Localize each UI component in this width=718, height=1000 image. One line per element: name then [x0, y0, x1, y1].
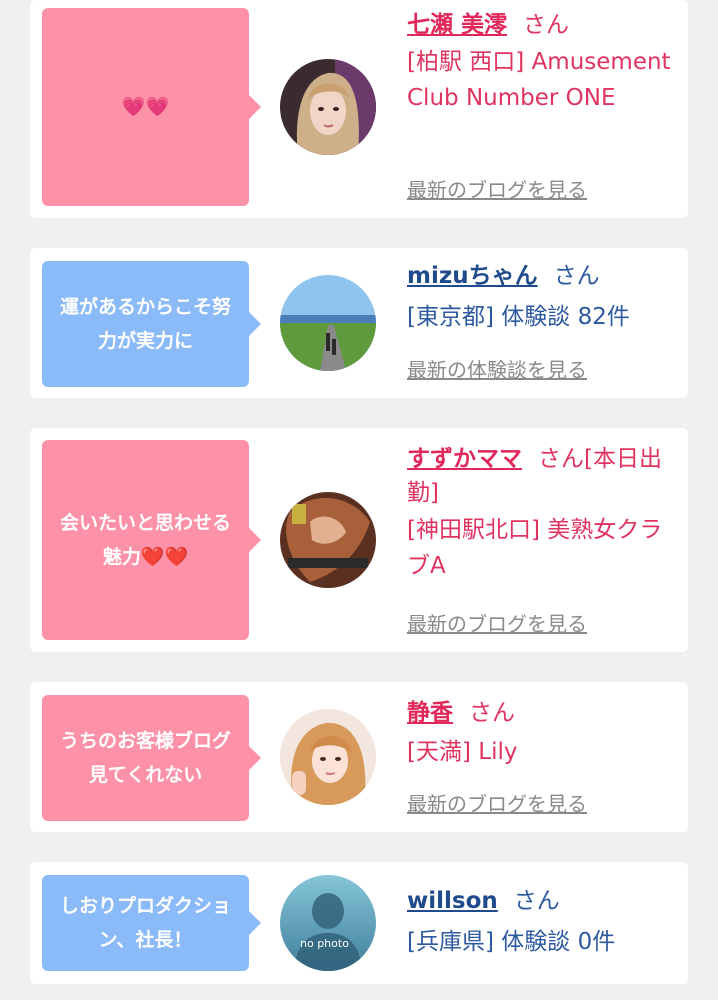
- list-item: うちのお客様ブログ見てくれない 静香 さん [天満] Lily 最新のブログを見る: [30, 682, 688, 832]
- comment-text: 運があるからこそ努力が実力に: [59, 296, 231, 352]
- user-name-link[interactable]: すずかママ: [407, 446, 522, 472]
- avatar[interactable]: [280, 492, 376, 588]
- comment-text: しおりプロダクション、社長！: [59, 895, 231, 951]
- user-info: 静香 さん [天満] Lily: [407, 696, 677, 770]
- avatar[interactable]: [280, 59, 376, 155]
- list-item: 会いたいと思わせる魅力❤️❤️ すずかママ さん[本日出勤] [神田駅北口] 美熟…: [30, 428, 688, 652]
- shop-name: [神田駅北口] 美熟女クラブA: [407, 517, 663, 579]
- user-name-link[interactable]: mizuちゃん: [407, 263, 538, 289]
- honorific: さん: [523, 12, 570, 38]
- honorific: さん: [513, 888, 560, 914]
- latest-blog-link[interactable]: 最新のブログを見る: [407, 608, 587, 637]
- latest-review-link[interactable]: 最新の体験談を見る: [407, 354, 587, 383]
- latest-blog-link[interactable]: 最新のブログを見る: [407, 788, 587, 817]
- name-line: 七瀬 美澪 さん: [407, 8, 677, 42]
- name-line: mizuちゃん さん: [407, 259, 677, 293]
- comment-bubble: 会いたいと思わせる魅力❤️❤️: [42, 440, 261, 640]
- list-item: しおりプロダクション、社長！ no photo willson さん [兵庫県]…: [30, 862, 688, 984]
- comment-bubble: うちのお客様ブログ見てくれない: [42, 695, 261, 821]
- no-photo-text: no photo: [300, 937, 349, 950]
- name-line: willson さん: [407, 884, 677, 918]
- comment-bubble: しおりプロダクション、社長！: [42, 875, 261, 971]
- comment-bubble: 運があるからこそ努力が実力に: [42, 261, 261, 387]
- name-line: すずかママ さん[本日出勤]: [407, 442, 677, 510]
- area-review-count: [東京都] 体験談 82件: [407, 304, 630, 330]
- latest-blog-link[interactable]: 最新のブログを見る: [407, 174, 587, 203]
- shop-name: [柏駅 西口] Amusement Club Number ONE: [407, 49, 671, 111]
- user-name-link[interactable]: 七瀬 美澪: [407, 12, 507, 38]
- user-name-link[interactable]: willson: [407, 888, 498, 914]
- comment-bubble: 💗💗: [42, 8, 261, 206]
- comment-text: 💗💗: [121, 96, 170, 118]
- area-review-count: [兵庫県] 体験談 0件: [407, 929, 616, 955]
- avatar[interactable]: [280, 709, 376, 805]
- comment-text: 会いたいと思わせる魅力❤️❤️: [59, 512, 231, 568]
- comment-text: うちのお客様ブログ見てくれない: [59, 730, 231, 786]
- user-info: willson さん [兵庫県] 体験談 0件: [407, 884, 677, 960]
- shop-name: [天満] Lily: [407, 739, 518, 765]
- user-name-link[interactable]: 静香: [407, 700, 453, 726]
- list-item: 💗💗 七瀬 美澪 さん [柏駅 西口] Amusement Club Number…: [30, 0, 688, 218]
- avatar[interactable]: no photo: [280, 875, 376, 971]
- honorific: さん: [469, 700, 515, 726]
- user-info: mizuちゃん さん [東京都] 体験談 82件: [407, 259, 677, 335]
- user-info: すずかママ さん[本日出勤] [神田駅北口] 美熟女クラブA: [407, 442, 677, 584]
- user-info: 七瀬 美澪 さん [柏駅 西口] Amusement Club Number ON…: [407, 8, 677, 116]
- avatar[interactable]: [280, 275, 376, 371]
- list-item: 運があるからこそ努力が実力に mizuちゃん さん [東京都] 体験談 82件 最…: [30, 248, 688, 398]
- honorific: さん: [553, 263, 600, 289]
- user-list: 💗💗 七瀬 美澪 さん [柏駅 西口] Amusement Club Number…: [0, 0, 718, 1000]
- name-line: 静香 さん: [407, 696, 677, 730]
